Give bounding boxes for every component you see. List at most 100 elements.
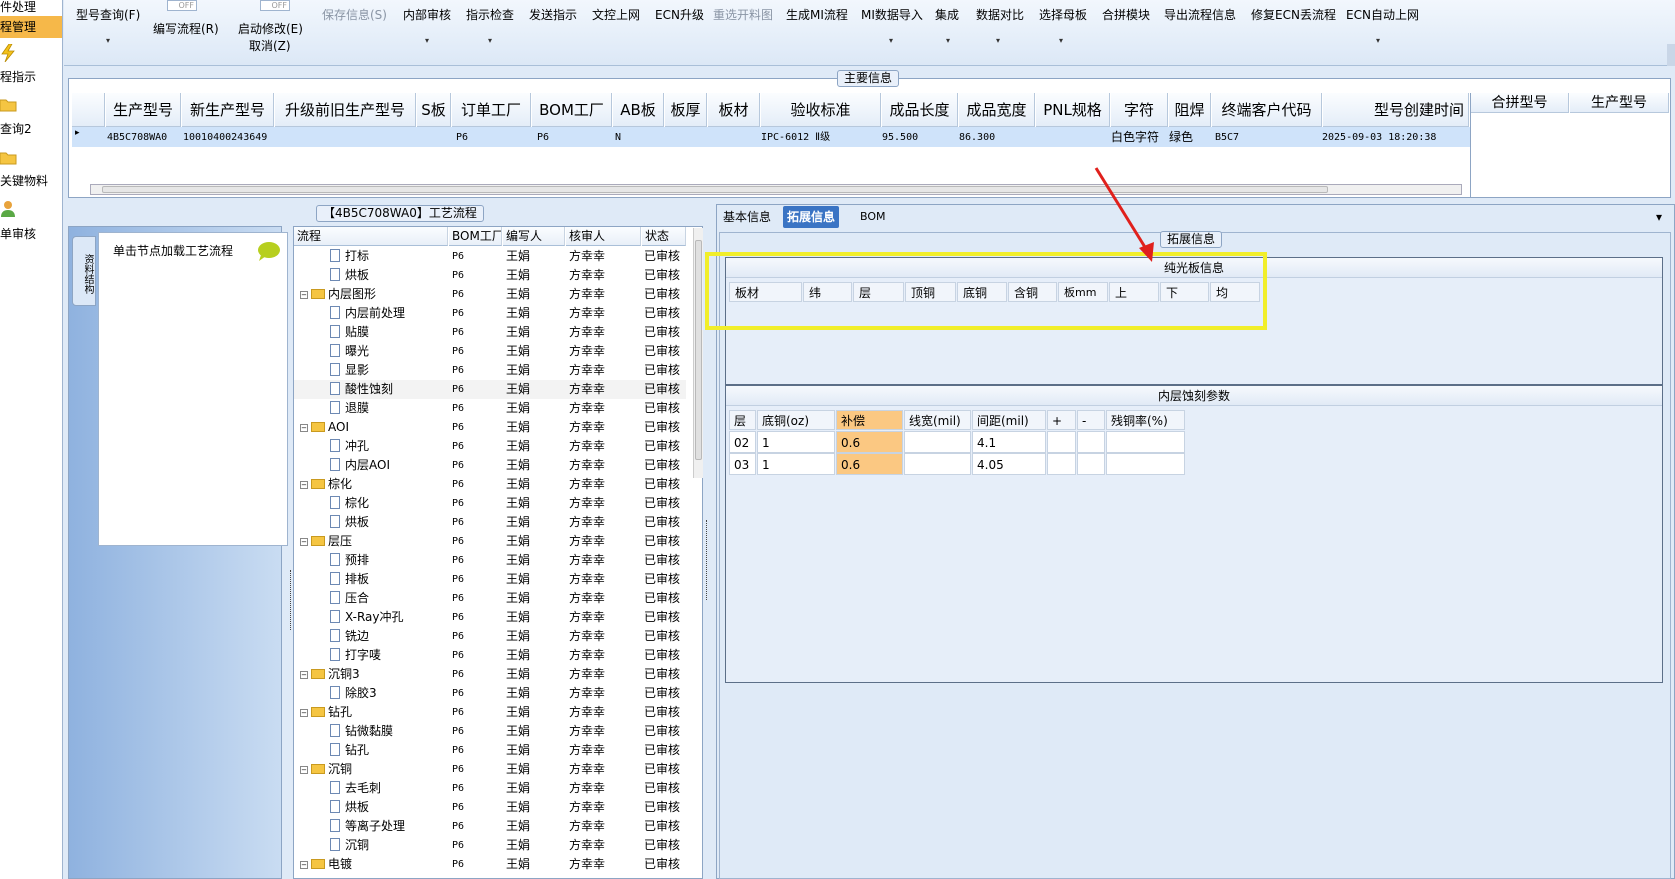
col-header[interactable]: 成品宽度 [959,93,1035,127]
etch-col-header[interactable]: - [1077,410,1105,430]
cell[interactable]: 10010400243649 [183,128,275,147]
collapse-icon[interactable]: − [300,671,308,679]
col-header-merge-model[interactable]: 合拼型号 [1471,93,1569,113]
tab-extended-info[interactable]: 拓展信息 [783,206,840,228]
chevron-down-icon[interactable]: ▾ [996,36,1000,45]
collapse-icon[interactable]: − [300,291,308,299]
col-header[interactable]: 生产型号 [106,93,181,127]
export-process-button[interactable]: 导出流程信息 [1164,6,1236,23]
tree-node-leaf[interactable]: 压合 [330,589,448,608]
integrate-button[interactable]: 集成 [935,6,959,23]
tree-node-leaf[interactable]: 预排 [330,551,448,570]
col-header[interactable]: 终端客户代码 [1212,93,1322,127]
tree-node-folder[interactable]: − 电镀 [300,855,448,874]
tree-node-folder[interactable]: − 钻孔 [300,703,448,722]
col-header[interactable]: BOM工厂 [532,93,612,127]
tree-node-leaf[interactable]: 沉铜 [330,836,448,855]
etch-cell[interactable]: 0.6 [836,453,903,475]
tree-node-leaf[interactable]: 烘板 [330,266,448,285]
col-header[interactable]: 型号创建时间 [1323,93,1469,127]
cell[interactable]: IPC-6012 Ⅱ级 [761,128,881,147]
col-header[interactable]: S板 [417,93,451,127]
internal-review-button[interactable]: 内部审核 [403,6,451,23]
etch-cell[interactable]: 4.1 [972,431,1046,453]
cell[interactable]: N [615,128,645,147]
chevron-down-icon[interactable]: ▾ [1656,210,1662,224]
tree-row[interactable]: 铣边 P6 王娟 方幸幸 已审核 [294,627,686,646]
tree-row[interactable]: 冲孔 P6 王娟 方幸幸 已审核 [294,437,686,456]
cell[interactable]: 白色字符 [1111,128,1168,147]
tree-row[interactable]: − 沉铜 P6 王娟 方幸幸 已审核 [294,760,686,779]
tree-row[interactable]: − 内层图形 P6 王娟 方幸幸 已审核 [294,285,686,304]
etch-cell[interactable]: 0.6 [836,431,903,453]
col-header-production-model[interactable]: 生产型号 [1570,93,1669,113]
tree-node-leaf[interactable]: 排板 [330,570,448,589]
nav-item-pending[interactable]: 件处理 [0,0,36,15]
tree-node-leaf[interactable]: 冲孔 [330,437,448,456]
doc-control-online-button[interactable]: 文控上网 [592,6,640,23]
etch-col-header[interactable]: 残铜率(%) [1106,410,1185,430]
tree-row[interactable]: 显影 P6 王娟 方幸幸 已审核 [294,361,686,380]
cell[interactable]: 4B5C708WA0 [107,128,182,147]
etch-cell[interactable] [1047,453,1076,475]
tree-node-leaf[interactable]: 内层前处理 [330,304,448,323]
collapse-icon[interactable]: − [300,861,308,869]
etch-cell[interactable]: 03 [729,453,756,475]
chevron-down-icon[interactable]: ▾ [425,36,429,45]
cell[interactable]: 95.500 [882,128,952,147]
col-header[interactable]: 成品长度 [882,93,958,127]
cell[interactable]: 86.300 [959,128,1029,147]
col-header[interactable]: 验收标准 [761,93,881,127]
tree-node-leaf[interactable]: 打字唛 [330,646,448,665]
chevron-down-icon[interactable]: ▾ [946,36,950,45]
tree-row[interactable]: 钻孔 P6 王娟 方幸幸 已审核 [294,741,686,760]
etch-col-header[interactable]: 补偿 [836,410,903,430]
cell[interactable]: 2025-09-03 18:20:38 [1322,128,1468,147]
tree-row[interactable]: 棕化 P6 王娟 方幸幸 已审核 [294,494,686,513]
etch-cell[interactable] [1077,453,1105,475]
col-header[interactable]: 板材 [708,93,760,127]
chevron-down-icon[interactable]: ▾ [1376,36,1380,45]
ecn-auto-online-button[interactable]: ECN自动上网 [1346,6,1419,23]
col-header[interactable]: 核审人 [566,227,641,246]
tree-node-folder[interactable]: − 沉铜3 [300,665,448,684]
tree-node-leaf[interactable]: 钻微黏膜 [330,722,448,741]
tree-node-leaf[interactable]: 烘板 [330,513,448,532]
tree-node-folder[interactable]: − 层压 [300,532,448,551]
etch-cell[interactable] [1047,431,1076,453]
send-instruction-button[interactable]: 发送指示 [529,6,577,23]
tree-node-leaf[interactable]: 去毛刺 [330,779,448,798]
cell[interactable]: B5C7 [1215,128,1315,147]
tree-node-leaf[interactable]: 退膜 [330,399,448,418]
tree-node-leaf[interactable]: 曝光 [330,342,448,361]
nav-item-process-management[interactable]: 程管理 [0,16,62,38]
select-motherboard-button[interactable]: 选择母板 [1039,6,1087,23]
collapse-icon[interactable]: − [300,538,308,546]
tree-row[interactable]: 钻微黏膜 P6 王娟 方幸幸 已审核 [294,722,686,741]
tree-node-leaf[interactable]: 显影 [330,361,448,380]
etch-cell[interactable] [1106,453,1185,475]
col-header[interactable]: 订单工厂 [452,93,531,127]
cell[interactable]: 绿色 [1169,128,1211,147]
model-query-button[interactable]: 型号查询(F) [76,6,140,23]
tree-node-leaf[interactable]: 除胶3 [330,684,448,703]
etch-cell[interactable]: 4.05 [972,453,1046,475]
tree-row[interactable]: 烘板 P6 王娟 方幸幸 已审核 [294,798,686,817]
nav-item-query2[interactable]: 查询2 [0,120,32,137]
tree-node-folder[interactable]: − 棕化 [300,475,448,494]
etch-col-header[interactable]: 层 [729,410,756,430]
tree-row[interactable]: 去毛刺 P6 王娟 方幸幸 已审核 [294,779,686,798]
tab-basic-info[interactable]: 基本信息 [719,206,775,228]
nav-item-key-material[interactable]: 关键物料 [0,172,48,189]
horizontal-scrollbar[interactable] [90,184,1462,195]
chevron-down-icon[interactable]: ▾ [1059,36,1063,45]
start-modify-button[interactable]: 启动修改(E) [238,20,303,37]
tree-node-leaf[interactable]: 内层AOI [330,456,448,475]
nav-item-single-review[interactable]: 单审核 [0,225,36,242]
col-header[interactable]: 编写人 [503,227,565,246]
col-header[interactable]: 新生产型号 [182,93,274,127]
tree-node-folder[interactable]: − 沉铜 [300,760,448,779]
grid-corner[interactable] [72,93,105,127]
splitter-handle[interactable] [706,520,709,600]
col-header[interactable]: 状态 [642,227,686,246]
